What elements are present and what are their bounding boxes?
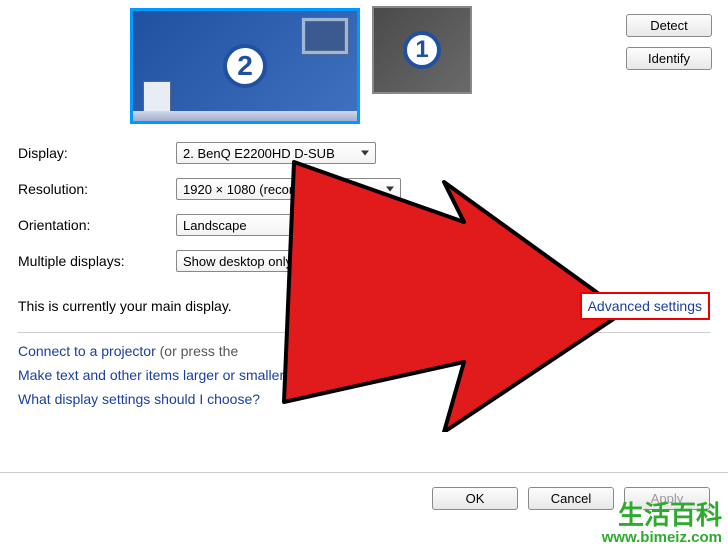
resolution-label: Resolution: xyxy=(18,181,176,197)
detect-button[interactable]: Detect xyxy=(626,14,712,37)
resolution-dropdown[interactable]: 1920 × 1080 (recommended) xyxy=(176,178,401,200)
help-link[interactable]: What display settings should I choose? xyxy=(18,391,260,407)
advanced-settings-link[interactable]: Advanced settings xyxy=(580,292,710,320)
chevron-down-icon xyxy=(371,259,379,264)
chevron-down-icon xyxy=(361,151,369,156)
mini-window-icon xyxy=(305,21,345,51)
connect-projector-link[interactable]: Connect to a projector xyxy=(18,343,156,359)
multiple-displays-dropdown[interactable]: Show desktop only on 2 xyxy=(176,250,386,272)
chevron-down-icon xyxy=(311,223,319,228)
identify-button[interactable]: Identify xyxy=(626,47,712,70)
display-dropdown[interactable]: 2. BenQ E2200HD D-SUB xyxy=(176,142,376,164)
watermark-url: www.bimeiz.com xyxy=(602,530,722,546)
resolution-value: 1920 × 1080 (recommended) xyxy=(183,182,351,197)
chevron-down-icon xyxy=(386,187,394,192)
settings-form: Display: 2. BenQ E2200HD D-SUB Resolutio… xyxy=(0,130,728,290)
cancel-button[interactable]: Cancel xyxy=(528,487,614,510)
display-label: Display: xyxy=(18,145,176,161)
multiple-displays-value: Show desktop only on 2 xyxy=(183,254,321,269)
projector-hint-text: (or press the xyxy=(156,343,238,359)
display-value: 2. BenQ E2200HD D-SUB xyxy=(183,146,335,161)
orientation-dropdown[interactable]: Landscape xyxy=(176,214,326,236)
monitor-preview-1[interactable]: 1 xyxy=(372,6,472,94)
ok-button[interactable]: OK xyxy=(432,487,518,510)
monitor-number-badge: 1 xyxy=(403,31,441,69)
monitor-number-badge: 2 xyxy=(223,44,267,88)
main-display-note: This is currently your main display. xyxy=(18,298,232,314)
monitor-preview-area: 2 1 Detect Identify xyxy=(0,0,728,130)
orientation-value: Landscape xyxy=(183,218,247,233)
monitor-preview-2[interactable]: 2 xyxy=(130,8,360,124)
dialog-button-bar: OK Cancel Apply xyxy=(0,472,728,524)
multiple-displays-label: Multiple displays: xyxy=(18,253,176,269)
ease-of-access-link[interactable]: Make text and other items larger or smal… xyxy=(18,367,284,383)
separator xyxy=(18,332,710,333)
mini-window-icon xyxy=(143,81,171,115)
orientation-label: Orientation: xyxy=(18,217,176,233)
apply-button[interactable]: Apply xyxy=(624,487,710,510)
mini-taskbar-icon xyxy=(133,111,357,121)
